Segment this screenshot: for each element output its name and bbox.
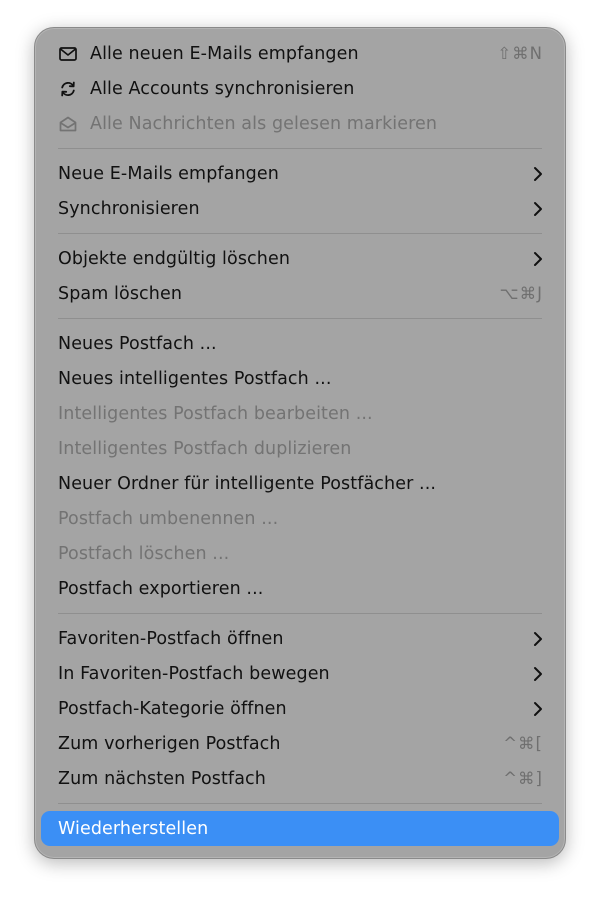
menu-separator (58, 233, 542, 234)
menu-item-label: Objekte endgültig löschen (58, 248, 291, 269)
menu-item-mark-all-read: Alle Nachrichten als gelesen markieren (41, 106, 559, 141)
menu-item-erase-junk[interactable]: Spam löschen ⌥⌘J (41, 276, 559, 311)
shortcut-label: ^⌘[ (503, 734, 543, 753)
menu-item-label: Postfach exportieren ... (58, 578, 264, 599)
chevron-right-icon (533, 666, 543, 682)
menu-item-label: Intelligentes Postfach bearbeiten ... (58, 403, 373, 424)
chevron-right-icon (533, 201, 543, 217)
menu-item-label: Neue E-Mails empfangen (58, 163, 279, 184)
menu-item-label: Alle neuen E-Mails empfangen (90, 43, 359, 64)
menu-item-next-mailbox[interactable]: Zum nächsten Postfach ^⌘] (41, 761, 559, 796)
menu-item-sync-all-accounts[interactable]: Alle Accounts synchronisieren (41, 71, 559, 106)
menu-item-open-favorite-mailbox[interactable]: Favoriten-Postfach öffnen (41, 621, 559, 656)
chevron-right-icon (533, 701, 543, 717)
menu-item-label: Alle Accounts synchronisieren (90, 78, 355, 99)
menu-item-move-to-favorite-mailbox[interactable]: In Favoriten-Postfach bewegen (41, 656, 559, 691)
shortcut-label: ⇧⌘N (497, 44, 543, 63)
menu-item-rename-mailbox: Postfach umbenennen ... (41, 501, 559, 536)
menu-item-edit-smart-mailbox: Intelligentes Postfach bearbeiten ... (41, 396, 559, 431)
menu-item-label: Synchronisieren (58, 198, 200, 219)
chevron-right-icon (533, 166, 543, 182)
menu-item-get-new-mail[interactable]: Neue E-Mails empfangen (41, 156, 559, 191)
chevron-right-icon (533, 631, 543, 647)
menu-item-new-mailbox[interactable]: Neues Postfach ... (41, 326, 559, 361)
open-envelope-icon (58, 114, 78, 134)
menu-separator (58, 803, 542, 804)
menu-item-label: Zum nächsten Postfach (58, 768, 266, 789)
menu-item-duplicate-smart-mailbox: Intelligentes Postfach duplizieren (41, 431, 559, 466)
shortcut-label: ⌥⌘J (499, 284, 543, 303)
chevron-right-icon (533, 251, 543, 267)
menu-item-erase-deleted-items[interactable]: Objekte endgültig löschen (41, 241, 559, 276)
menu-item-label: Favoriten-Postfach öffnen (58, 628, 284, 649)
menu-item-open-mailbox-category[interactable]: Postfach-Kategorie öffnen (41, 691, 559, 726)
menu-separator (58, 148, 542, 149)
menu-item-get-all-new-mail[interactable]: Alle neuen E-Mails empfangen ⇧⌘N (41, 36, 559, 71)
menu-item-previous-mailbox[interactable]: Zum vorherigen Postfach ^⌘[ (41, 726, 559, 761)
menu-item-new-smart-mailbox-folder[interactable]: Neuer Ordner für intelligente Postfächer… (41, 466, 559, 501)
menu-item-label: Postfach löschen ... (58, 543, 230, 564)
menu-item-label: Alle Nachrichten als gelesen markieren (90, 113, 438, 134)
menu-item-label: Intelligentes Postfach duplizieren (58, 438, 352, 459)
menu-item-label: Wiederherstellen (58, 818, 209, 839)
menu-item-label: Zum vorherigen Postfach (58, 733, 281, 754)
sync-icon (58, 79, 78, 99)
menu-item-label: Neues intelligentes Postfach ... (58, 368, 332, 389)
mailbox-menu: Alle neuen E-Mails empfangen ⇧⌘N Alle Ac… (34, 27, 566, 859)
menu-item-label: In Favoriten-Postfach bewegen (58, 663, 330, 684)
menu-separator (58, 613, 542, 614)
menu-item-synchronize[interactable]: Synchronisieren (41, 191, 559, 226)
menu-item-rebuild[interactable]: Wiederherstellen (41, 811, 559, 846)
menu-item-label: Postfach umbenennen ... (58, 508, 279, 529)
menu-item-label: Neues Postfach ... (58, 333, 217, 354)
shortcut-label: ^⌘] (503, 769, 543, 788)
menu-item-delete-mailbox: Postfach löschen ... (41, 536, 559, 571)
menu-separator (58, 318, 542, 319)
menu-item-export-mailbox[interactable]: Postfach exportieren ... (41, 571, 559, 606)
menu-item-label: Spam löschen (58, 283, 183, 304)
envelope-icon (58, 44, 78, 64)
menu-item-label: Neuer Ordner für intelligente Postfächer… (58, 473, 437, 494)
menu-item-new-smart-mailbox[interactable]: Neues intelligentes Postfach ... (41, 361, 559, 396)
menu-item-label: Postfach-Kategorie öffnen (58, 698, 287, 719)
